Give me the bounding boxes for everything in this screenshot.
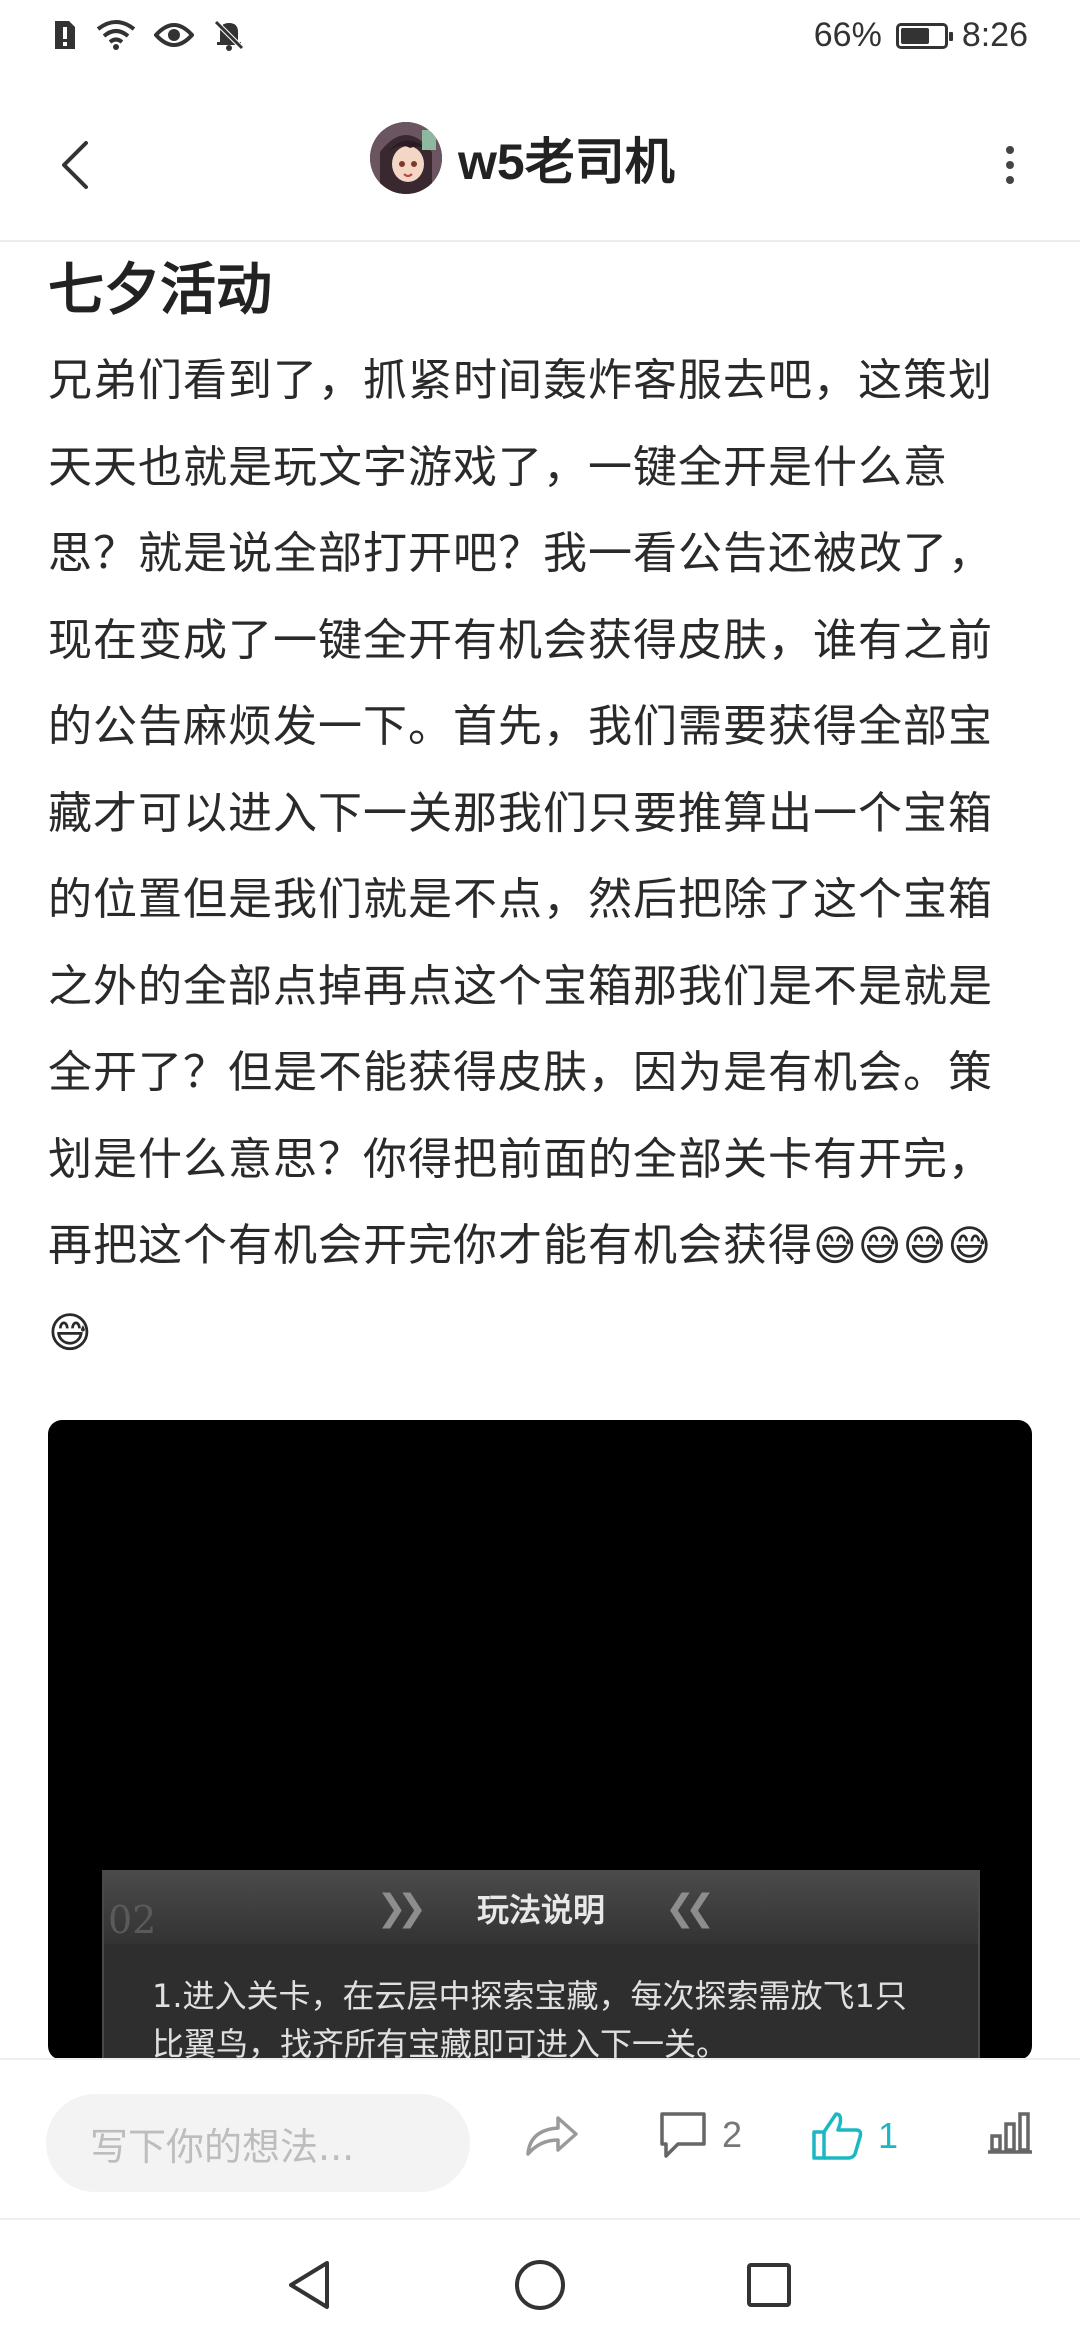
dialog-line-2: 比翼鸟，找齐所有宝藏即可进入下一关。 (152, 2025, 729, 2060)
nav-home-button[interactable] (505, 2250, 575, 2320)
page-title: w5老司机 (458, 134, 675, 190)
post-title: 七夕活动 (48, 258, 272, 321)
avatar-image (370, 122, 442, 194)
status-bar: 66% 8:26 (0, 0, 1080, 72)
clock: 8:26 (961, 16, 1028, 54)
post-body: 兄弟们看到了，抓紧时间轰炸客服去吧，这策划天天也就是玩文字游戏了，一键全开是什么… (48, 338, 1023, 1376)
top-app-bar: w5老司机 (0, 100, 1080, 240)
triangle-back-icon (289, 2261, 329, 2309)
comment-count: 2 (722, 2114, 743, 2155)
post-body-text: 兄弟们看到了，抓紧时间轰炸客服去吧，这策划天天也就是玩文字游戏了，一键全开是什么… (48, 355, 993, 1271)
circle-home-icon (515, 2260, 565, 2310)
dialog-line-1: 1.进入关卡，在云层中探索宝藏，每次探索需放飞1只 (152, 1977, 907, 2015)
comment-placeholder: 写下你的想法... (90, 2124, 355, 2169)
back-button[interactable] (40, 130, 110, 200)
more-options-button[interactable] (980, 130, 1040, 200)
more-vertical-icon (1006, 146, 1014, 184)
share-arrow-icon (526, 2116, 578, 2156)
square-recents-icon (747, 2263, 791, 2307)
avatar[interactable] (370, 122, 442, 194)
share-button[interactable] (524, 2110, 580, 2158)
bottom-action-bar: 写下你的想法... 2 1 (0, 2058, 1080, 2220)
thumbs-up-icon (812, 2112, 863, 2160)
dialog-text: 1.进入关卡，在云层中探索宝藏，每次探索需放飞1只 比翼鸟，找齐所有宝藏即可进入… (152, 1972, 978, 2060)
like-button[interactable]: 1 (810, 2110, 898, 2162)
nav-back-button[interactable] (274, 2250, 344, 2320)
comment-button[interactable]: 2 (658, 2110, 742, 2160)
dialog-title: 玩法说明 (476, 1891, 605, 1929)
chevron-left-icon (62, 141, 88, 189)
game-rules-dialog: 02 ❯❯ 玩法说明 ❮❮ 1.进入关卡，在云层中探索宝藏，每次探索需放飞1只 … (102, 1870, 980, 2060)
dialog-header: ❯❯ 玩法说明 ❮❮ (104, 1872, 978, 1944)
like-count: 1 (878, 2115, 899, 2156)
dialog-number: 02 (108, 1898, 157, 1942)
mute-bell-icon (214, 20, 244, 51)
wifi-icon (96, 20, 136, 50)
battery-icon (895, 22, 953, 49)
bar-chart-icon (988, 2112, 1032, 2154)
header-divider (0, 240, 1080, 242)
nav-recents-button[interactable] (734, 2250, 804, 2320)
channel-header[interactable]: w5老司机 (370, 122, 675, 194)
double-chevron-left-icon: ❮❮ (665, 1887, 715, 1929)
comment-input[interactable]: 写下你的想法... (46, 2094, 470, 2192)
alert-sim-icon (55, 21, 75, 49)
system-navigation-bar (0, 2220, 1080, 2340)
stats-button[interactable] (986, 2110, 1034, 2154)
battery-percent: 66% (813, 16, 882, 54)
status-icons-left (52, 18, 246, 52)
eye-comfort-icon (154, 23, 194, 47)
post-image[interactable]: 02 ❯❯ 玩法说明 ❮❮ 1.进入关卡，在云层中探索宝藏，每次探索需放飞1只 … (48, 1420, 1032, 2060)
double-chevron-right-icon: ❯❯ (376, 1887, 427, 1929)
status-icons-right: 66% 8:26 (814, 16, 1028, 55)
post-content: 七夕活动 兄弟们看到了，抓紧时间轰炸客服去吧，这策划天天也就是玩文字游戏了，一键… (48, 250, 1018, 1376)
comment-bubble-icon (660, 2112, 706, 2158)
